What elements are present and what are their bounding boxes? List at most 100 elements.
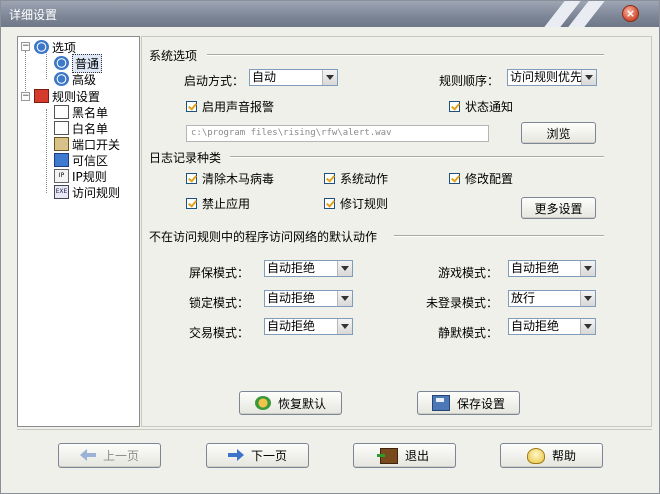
section-divider [230, 156, 604, 158]
log-item-label: 清除木马病毒 [202, 172, 275, 186]
game-mode-value: 自动拒绝 [511, 261, 560, 275]
startup-mode-select[interactable]: 自动 [249, 69, 338, 86]
tree-item-label: 端口开关 [72, 137, 121, 152]
advanced-settings-icon [54, 72, 69, 86]
tree-item-advanced[interactable]: 高级 [54, 71, 96, 87]
not-logged-in-mode-select[interactable]: 放行 [508, 290, 596, 307]
chevron-down-icon[interactable] [337, 261, 352, 276]
lock-mode-value: 自动拒绝 [267, 291, 316, 305]
chevron-down-icon[interactable] [322, 70, 337, 85]
collapse-rules-icon[interactable]: − [21, 92, 30, 101]
tree-item-label: 白名单 [72, 121, 109, 136]
log-types-title: 日志记录种类 [149, 151, 222, 165]
rule-order-label: 规则顺序： [439, 74, 500, 88]
game-mode-select[interactable]: 自动拒绝 [508, 260, 596, 277]
save-settings-button[interactable]: 保存设置 [417, 391, 520, 415]
previous-page-button[interactable]: 上一页 [58, 443, 161, 468]
lock-mode-select[interactable]: 自动拒绝 [264, 290, 353, 307]
general-settings-icon [54, 56, 69, 70]
screensaver-mode-value: 自动拒绝 [267, 261, 316, 275]
next-page-button[interactable]: 下一页 [206, 443, 309, 468]
checkbox-checked-icon[interactable] [449, 101, 460, 112]
browse-button[interactable]: 浏览 [521, 122, 596, 144]
sound-alarm-label: 启用声音报警 [202, 100, 275, 114]
tree-item-blacklist[interactable]: 黑名单 [54, 104, 108, 120]
exit-door-icon [376, 447, 398, 464]
trade-mode-select[interactable]: 自动拒绝 [264, 318, 353, 335]
checkbox-checked-icon[interactable] [186, 198, 197, 209]
collapse-options-icon[interactable]: − [21, 42, 30, 51]
silent-mode-label: 静默模式： [438, 326, 499, 340]
window-title: 详细设置 [9, 8, 58, 22]
title-bar[interactable]: 详细设置 × [1, 1, 659, 27]
sound-alarm-checkbox[interactable]: 启用声音报警 [186, 98, 274, 115]
log-trojan-checkbox[interactable]: 清除木马病毒 [186, 170, 274, 187]
tree-item-access-rules[interactable]: EXE 访问规则 [54, 184, 120, 200]
help-button[interactable]: 帮助 [500, 443, 603, 468]
tree-item-port-switch[interactable]: 端口开关 [54, 136, 120, 152]
log-blocked-app-checkbox[interactable]: 禁止应用 [186, 195, 250, 212]
screensaver-mode-select[interactable]: 自动拒绝 [264, 260, 353, 277]
save-settings-label: 保存设置 [456, 396, 505, 411]
log-item-label: 修订规则 [340, 197, 389, 211]
help-label: 帮助 [551, 449, 576, 463]
status-notify-label: 状态通知 [465, 100, 514, 114]
arrow-right-icon [227, 448, 244, 463]
tree-item-label: 访问规则 [72, 185, 121, 200]
chevron-down-icon[interactable] [580, 319, 595, 334]
close-icon: × [625, 7, 636, 20]
close-button[interactable]: × [622, 5, 639, 22]
general-settings-panel: 系统选项 启动方式： 自动 规则顺序： 访问规则优先 启用声音报警 状态通知 c… [141, 36, 652, 427]
browse-label: 浏览 [546, 126, 571, 141]
chevron-down-icon[interactable] [337, 319, 352, 334]
tree-item-label: 高级 [72, 72, 97, 87]
chevron-down-icon[interactable] [337, 291, 352, 306]
chevron-down-icon[interactable] [580, 291, 595, 306]
port-switch-icon [54, 137, 69, 151]
tree-item-ip-rules[interactable]: IP IP规则 [54, 168, 107, 184]
tree-item-rules[interactable]: 规则设置 [34, 88, 100, 104]
tree-item-whitelist[interactable]: 白名单 [54, 120, 108, 136]
more-settings-button[interactable]: 更多设置 [521, 197, 596, 219]
checkbox-checked-icon[interactable] [324, 198, 335, 209]
options-gear-icon [34, 40, 49, 54]
restore-default-button[interactable]: 恢复默认 [239, 391, 342, 415]
tree-item-label: IP规则 [72, 169, 107, 184]
arrow-left-icon [79, 448, 96, 463]
blacklist-icon [54, 105, 69, 119]
settings-tree[interactable]: − 选项 普通 高级 − 规则设置 黑名单 白名单 端口开关 可信区 IP IP… [17, 36, 140, 427]
alert-sound-path-field[interactable]: c:\program files\rising\rfw\alert.wav [186, 125, 489, 142]
checkbox-checked-icon[interactable] [324, 173, 335, 184]
checkbox-checked-icon[interactable] [449, 173, 460, 184]
startup-mode-value: 自动 [252, 70, 277, 84]
silent-mode-select[interactable]: 自动拒绝 [508, 318, 596, 335]
previous-page-label: 上一页 [102, 449, 139, 463]
checkbox-checked-icon[interactable] [186, 101, 197, 112]
checkbox-checked-icon[interactable] [186, 173, 197, 184]
rule-order-select[interactable]: 访问规则优先 [507, 69, 597, 86]
exe-icon: EXE [54, 185, 69, 199]
startup-label: 启动方式： [184, 74, 245, 88]
log-system-action-checkbox[interactable]: 系统动作 [324, 170, 388, 187]
tree-item-label: 规则设置 [52, 89, 101, 104]
tree-item-trusted-zone[interactable]: 可信区 [54, 152, 108, 168]
tree-item-options[interactable]: 选项 [34, 39, 76, 55]
rules-settings-icon [34, 89, 49, 103]
not-logged-in-mode-label: 未登录模式： [426, 296, 499, 310]
ip-rules-icon: IP [54, 169, 69, 183]
log-config-change-checkbox[interactable]: 修改配置 [449, 170, 513, 187]
log-rule-revision-checkbox[interactable]: 修订规则 [324, 195, 388, 212]
tree-item-general[interactable]: 普通 [54, 53, 103, 73]
log-item-label: 修改配置 [465, 172, 514, 186]
chevron-down-icon[interactable] [580, 261, 595, 276]
tree-item-label: 黑名单 [72, 105, 109, 120]
tree-connector [46, 51, 47, 79]
chevron-down-icon[interactable] [581, 70, 596, 85]
exit-button[interactable]: 退出 [353, 443, 456, 468]
restore-icon [254, 396, 271, 410]
log-item-label: 系统动作 [340, 172, 389, 186]
status-notify-checkbox[interactable]: 状态通知 [449, 98, 513, 115]
exit-label: 退出 [404, 449, 429, 463]
restore-default-label: 恢复默认 [277, 396, 326, 411]
section-divider [394, 235, 604, 237]
